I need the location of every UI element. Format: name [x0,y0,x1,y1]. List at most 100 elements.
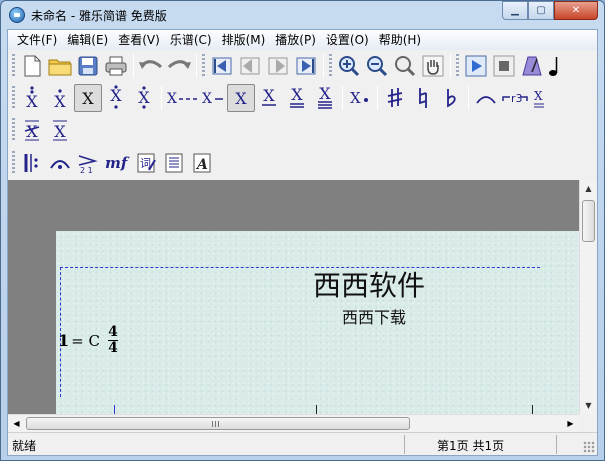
stop-button[interactable] [490,52,518,80]
zoom-in-button[interactable] [335,52,363,80]
horizontal-scroll-thumb[interactable] [26,417,410,430]
maximize-button[interactable]: ▢ [528,1,554,20]
high-octave-double-button[interactable]: X [18,84,46,112]
note-extend-dash-icon: X [202,91,223,107]
next-page-button[interactable] [264,52,292,80]
eighth-note-button[interactable]: X [255,84,283,112]
window-controls: ▁ ▢ ✕ [502,1,598,20]
document-view[interactable]: 西西软件 西西下载 1 = C 4 4 [8,180,579,414]
toolbar-grip[interactable] [202,54,205,78]
triplet-button[interactable]: r3 [500,84,532,112]
strike-note-button[interactable]: X [18,116,46,144]
low-octave-double-button[interactable]: X [130,84,158,112]
title-frame [60,267,540,397]
undo-button[interactable] [137,52,165,80]
undo-icon [139,60,163,69]
text-block-button[interactable] [160,149,188,177]
toolbar-separator [342,86,343,110]
menu-score[interactable]: 乐谱(C) [165,30,217,50]
vertical-scroll-thumb[interactable] [582,200,595,242]
fermata-button[interactable] [46,149,74,177]
accent-button[interactable]: 2 1 [74,149,102,177]
toolbar-grip[interactable] [12,86,15,110]
scroll-grip-icon [212,421,220,427]
dotted-note-button[interactable]: X [346,84,374,112]
zoom-out-button[interactable] [363,52,391,80]
first-page-button[interactable] [208,52,236,80]
toolbar-separator [323,54,324,78]
menu-play[interactable]: 播放(P) [270,30,321,50]
metronome-button[interactable] [518,52,546,80]
svg-text:r3: r3 [511,92,523,105]
toolbar-grip[interactable] [329,54,332,78]
thirtysecond-note-button[interactable]: X [311,84,339,112]
last-page-button[interactable] [292,52,320,80]
horizontal-scrollbar[interactable]: ◀ ▶ [8,414,579,432]
scroll-right-icon[interactable]: ▶ [562,415,579,432]
svg-text:X: X [291,85,303,104]
note-duration-button[interactable] [546,52,562,80]
time-signature-bottom: 4 [108,340,118,356]
note-extend-dashes-icon: X [167,91,197,107]
scroll-left-icon[interactable]: ◀ [8,415,25,432]
menu-edit[interactable]: 编辑(E) [62,30,113,50]
prev-page-button[interactable] [236,52,264,80]
menu-settings[interactable]: 设置(O) [321,30,374,50]
low-octave-button[interactable]: X [102,84,130,112]
note-dot-below-icon: X [110,85,122,109]
dynamics-button[interactable]: mf [102,149,132,177]
menu-view[interactable]: 查看(V) [113,30,165,50]
minimize-button[interactable]: ▁ [502,1,528,20]
toolbar-grip[interactable] [12,118,15,142]
toolbar-grip[interactable] [12,151,15,175]
high-octave-button[interactable]: X [46,84,74,112]
quarter-note-button[interactable]: X [227,84,255,112]
zoom-fit-button[interactable] [391,52,419,80]
time-signature-top: 4 [108,324,118,340]
last-page-icon [296,57,316,75]
toolbar-standard [8,50,562,82]
repeat-barline-button[interactable] [18,149,46,177]
song-subtitle[interactable]: 西西下载 [342,304,406,328]
repeat-barline-icon [24,154,38,172]
toolbar-separator [377,86,378,110]
title-bar[interactable]: 未命名 - 雅乐简谱 免费版 ▁ ▢ ✕ [1,1,604,29]
pan-hand-button[interactable] [419,52,447,80]
toolbar-area: X X X X X X X X X X X X r3 X X X 2 1 mf … [8,50,597,180]
scroll-down-icon[interactable]: ▼ [580,397,597,414]
normal-octave-button[interactable]: X [74,84,102,112]
font-button[interactable]: A [188,149,216,177]
extend-note-button[interactable]: X [165,84,199,112]
song-title[interactable]: 西西软件 [313,264,425,304]
tie-button[interactable] [472,84,500,112]
toolbar-grip[interactable] [456,54,459,78]
menu-layout[interactable]: 排版(M) [217,30,271,50]
lyrics-button[interactable]: 词 [132,149,160,177]
save-button[interactable] [74,52,102,80]
first-page-icon [212,57,232,75]
underline-strike-button[interactable]: X [46,116,74,144]
short-extend-button[interactable]: X [199,84,227,112]
close-button[interactable]: ✕ [554,1,598,20]
scroll-up-icon[interactable]: ▲ [580,180,597,197]
print-button[interactable] [102,52,130,80]
play-button[interactable] [462,52,490,80]
open-button[interactable] [46,52,74,80]
app-logo-icon[interactable] [9,7,25,23]
sharp-button[interactable] [381,84,409,112]
close-icon: ✕ [571,5,581,16]
svg-text:X: X [167,91,177,107]
toolbar-grip[interactable] [12,54,15,78]
more-tools-button[interactable]: X [532,84,546,112]
key-signature[interactable]: 1 = C 4 4 [58,325,118,356]
resize-grip-icon[interactable] [583,441,595,453]
zoom-out-icon [367,56,388,77]
menu-help[interactable]: 帮助(H) [374,30,426,50]
menu-file[interactable]: 文件(F) [12,30,62,50]
vertical-scrollbar[interactable]: ▲ ▼ [579,180,597,414]
flat-button[interactable] [437,84,465,112]
redo-button[interactable] [165,52,193,80]
new-button[interactable] [18,52,46,80]
natural-button[interactable] [409,84,437,112]
sixteenth-note-button[interactable]: X [283,84,311,112]
